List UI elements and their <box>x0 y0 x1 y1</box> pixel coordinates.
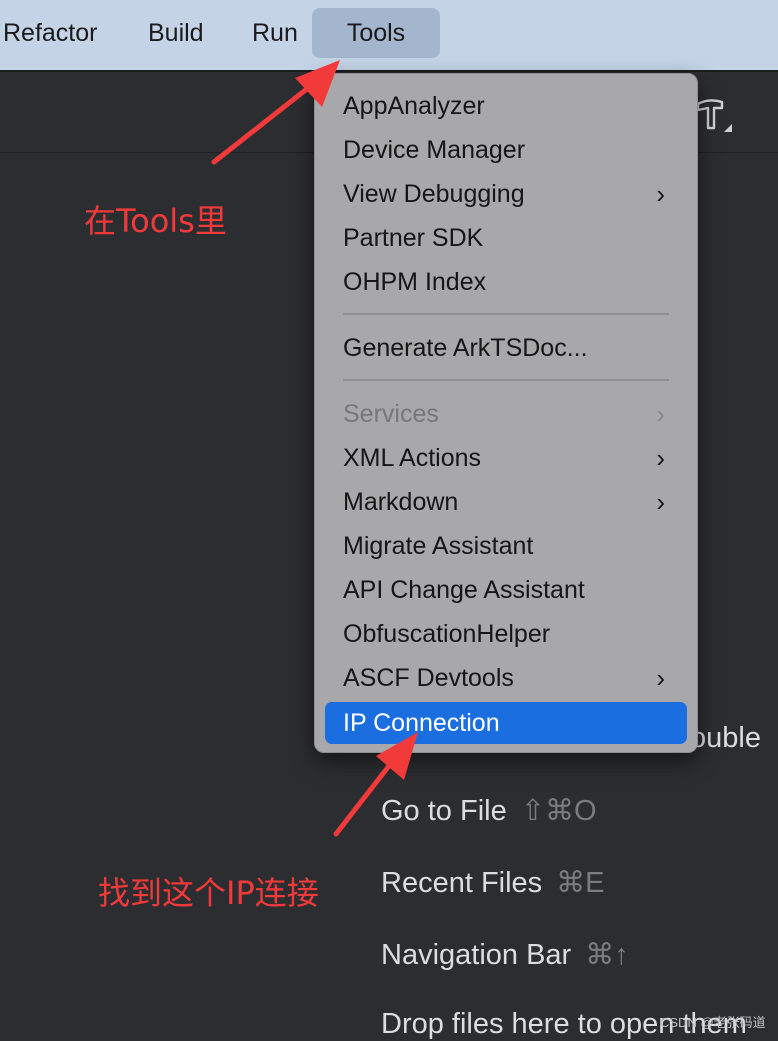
annotation-ip-note: 找到这个IP连接 <box>98 874 319 912</box>
annotation-tools-note: 在Tools里 <box>84 202 227 240</box>
arrow-to-ip-connection-icon <box>333 732 418 837</box>
arrow-to-tools-icon <box>211 60 340 165</box>
watermark: CSDN @老张码道 <box>660 1015 766 1030</box>
